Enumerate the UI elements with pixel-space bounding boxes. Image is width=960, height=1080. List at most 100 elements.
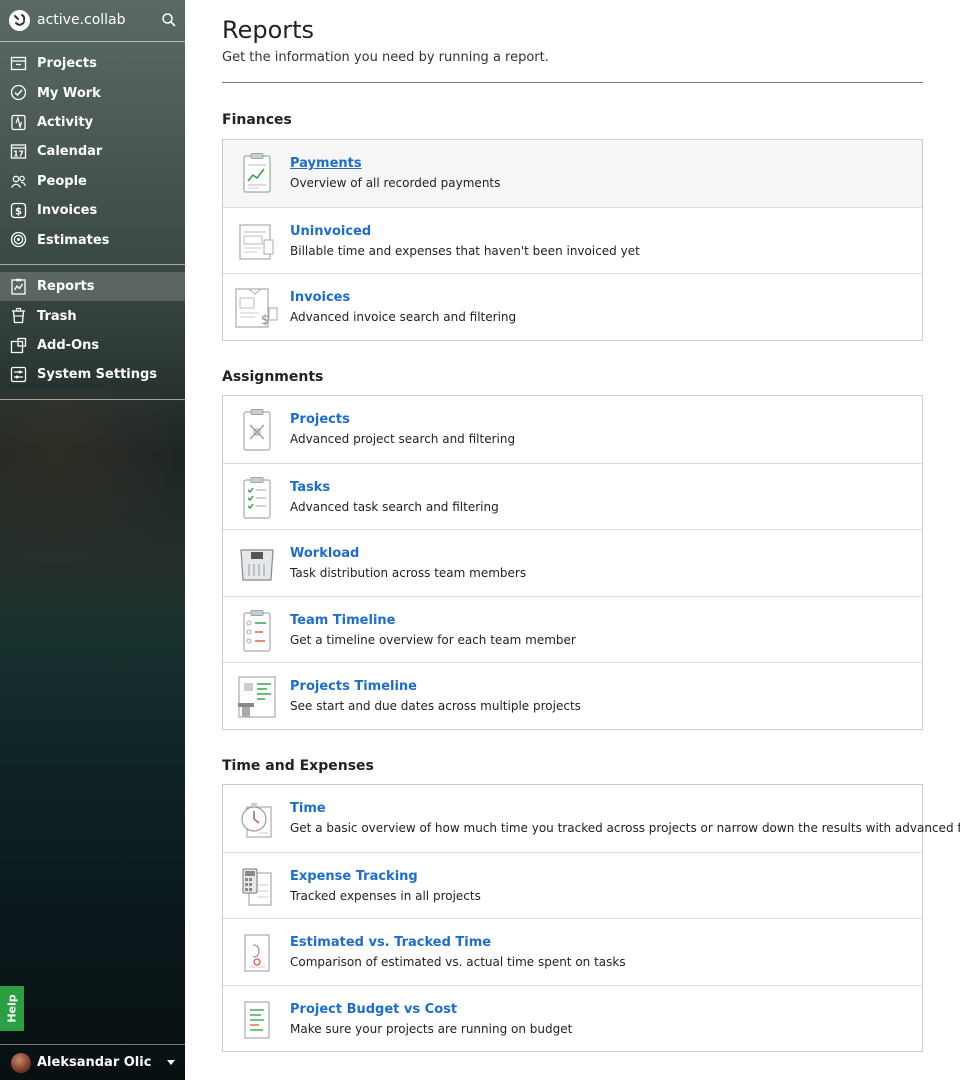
report-link-uninvoiced[interactable]: Uninvoiced (290, 224, 371, 239)
calendar-icon: 17 (10, 143, 27, 160)
sidebar-item-invoices[interactable]: $ Invoices (0, 196, 185, 225)
sidebar: active.collab Projects My Work Activity … (0, 0, 185, 1080)
calendar-day-text: 17 (13, 149, 23, 158)
avatar (11, 1053, 31, 1073)
report-link-team-timeline[interactable]: Team Timeline (290, 613, 395, 628)
report-row-expense-tracking[interactable]: Expense Tracking Tracked expenses in all… (223, 851, 922, 919)
help-button[interactable]: Help (0, 986, 24, 1031)
user-name: Aleksandar Olic (37, 1055, 152, 1070)
page-title: Reports (222, 16, 315, 44)
brand-name[interactable]: active.collab (37, 12, 126, 28)
chevron-down-icon[interactable] (167, 1060, 175, 1065)
report-link-payments[interactable]: Payments (290, 156, 362, 171)
nav-divider (0, 399, 185, 400)
brand-bar: active.collab (0, 0, 185, 42)
people-icon (10, 173, 27, 190)
sidebar-item-my-work[interactable]: My Work (0, 78, 185, 107)
sidebar-item-label: Add-Ons (37, 337, 100, 353)
search-icon[interactable] (161, 12, 177, 28)
report-description: Get a timeline overview for each team me… (290, 632, 576, 647)
report-link-tasks[interactable]: Tasks (290, 480, 330, 495)
projects-timeline-icon (235, 675, 279, 719)
tasks-clipboard-icon (235, 476, 279, 520)
sidebar-item-reports[interactable]: Reports (0, 272, 185, 302)
sidebar-item-estimates[interactable]: Estimates (0, 225, 185, 254)
report-link-projects-timeline[interactable]: Projects Timeline (290, 679, 417, 694)
user-menu[interactable]: Aleksandar Olic (0, 1044, 185, 1080)
sidebar-item-label: Invoices (37, 203, 98, 219)
activity-icon (10, 114, 27, 131)
page-subtitle: Get the information you need by running … (222, 50, 549, 65)
report-description: Get a basic overview of how much time yo… (290, 821, 960, 835)
report-description: Advanced project search and filtering (290, 432, 516, 446)
report-description: Advanced invoice search and filtering (290, 310, 517, 324)
sidebar-item-add-ons[interactable]: Add-Ons (0, 331, 185, 360)
divider (222, 82, 923, 83)
report-row-estimated-vs-tracked[interactable]: Estimated vs. Tracked Time Comparison of… (223, 918, 922, 985)
trash-icon (10, 307, 27, 324)
addons-icon (10, 337, 27, 354)
sidebar-item-label: Calendar (37, 144, 103, 160)
report-description: Advanced task search and filtering (290, 499, 499, 514)
report-row-projects-timeline[interactable]: Projects Timeline See start and due date… (223, 662, 922, 729)
report-row-tasks[interactable]: Tasks Advanced task search and filtering (223, 462, 922, 530)
projects-clipboard-icon (235, 408, 279, 452)
sidebar-item-label: People (37, 173, 87, 189)
report-description: Billable time and expenses that haven't … (290, 243, 640, 258)
report-link-time[interactable]: Time (290, 801, 326, 816)
projects-icon (10, 55, 27, 72)
sidebar-item-trash[interactable]: Trash (0, 301, 185, 330)
report-row-payments[interactable]: Payments Overview of all recorded paymen… (223, 140, 922, 207)
report-link-estimated-vs-tracked[interactable]: Estimated vs. Tracked Time (290, 935, 491, 950)
report-link-projects[interactable]: Projects (290, 412, 350, 427)
estimate-icon (235, 931, 279, 975)
uninvoiced-document-icon (235, 220, 279, 264)
report-row-workload[interactable]: Workload Task distribution across team m… (223, 529, 922, 596)
budget-icon (235, 998, 279, 1042)
assignments-report-list: Projects Advanced project search and fil… (222, 395, 923, 730)
report-description: Task distribution across team members (290, 566, 527, 580)
report-row-projects[interactable]: Projects Advanced project search and fil… (223, 396, 922, 463)
report-link-workload[interactable]: Workload (290, 546, 359, 561)
time-expenses-report-list: Time Get a basic overview of how much ti… (222, 784, 960, 1052)
stopwatch-icon (235, 797, 279, 841)
sidebar-item-calendar[interactable]: 17 Calendar (0, 137, 185, 166)
sidebar-item-label: My Work (37, 85, 101, 101)
section-title-assignments: Assignments (222, 369, 324, 385)
check-circle-icon (10, 84, 27, 101)
report-link-project-budget-vs-cost[interactable]: Project Budget vs Cost (290, 1002, 457, 1017)
payments-clipboard-icon (235, 152, 279, 196)
report-row-team-timeline[interactable]: Team Timeline Get a timeline overview fo… (223, 595, 922, 663)
report-row-time[interactable]: Time Get a basic overview of how much ti… (223, 785, 960, 852)
report-link-expense-tracking[interactable]: Expense Tracking (290, 869, 418, 884)
sidebar-item-activity[interactable]: Activity (0, 108, 185, 137)
target-icon (10, 231, 27, 248)
invoice-document-icon: $ (235, 286, 279, 330)
report-row-project-budget-vs-cost[interactable]: Project Budget vs Cost Make sure your pr… (223, 984, 922, 1052)
reports-icon (10, 278, 27, 295)
dollar-icon: $ (10, 202, 27, 219)
activecollab-logo-icon[interactable] (9, 10, 30, 31)
settings-icon (10, 366, 27, 383)
finances-report-list: Payments Overview of all recorded paymen… (222, 139, 923, 341)
calculator-icon (235, 865, 279, 909)
secondary-nav: Reports Trash Add-Ons System Settings (0, 272, 185, 390)
report-description: See start and due dates across multiple … (290, 699, 581, 713)
sidebar-item-label: Reports (37, 279, 95, 295)
nav-divider (0, 264, 185, 265)
section-title-finances: Finances (222, 112, 292, 128)
help-label: Help (5, 994, 19, 1023)
sidebar-item-projects[interactable]: Projects (0, 49, 185, 78)
team-timeline-icon (235, 609, 279, 653)
primary-nav: Projects My Work Activity 17 Calendar Pe… (0, 49, 185, 255)
sidebar-item-people[interactable]: People (0, 167, 185, 196)
svg-text:$: $ (15, 206, 22, 217)
report-link-invoices[interactable]: Invoices (290, 290, 350, 305)
report-row-invoices[interactable]: $ Invoices Advanced invoice search and f… (223, 273, 922, 340)
report-description: Make sure your projects are running on b… (290, 1021, 573, 1036)
sidebar-item-label: Trash (37, 308, 77, 324)
report-row-uninvoiced[interactable]: Uninvoiced Billable time and expenses th… (223, 206, 922, 274)
report-description: Overview of all recorded payments (290, 176, 501, 190)
sidebar-item-label: Activity (37, 114, 94, 130)
sidebar-item-system-settings[interactable]: System Settings (0, 360, 185, 389)
